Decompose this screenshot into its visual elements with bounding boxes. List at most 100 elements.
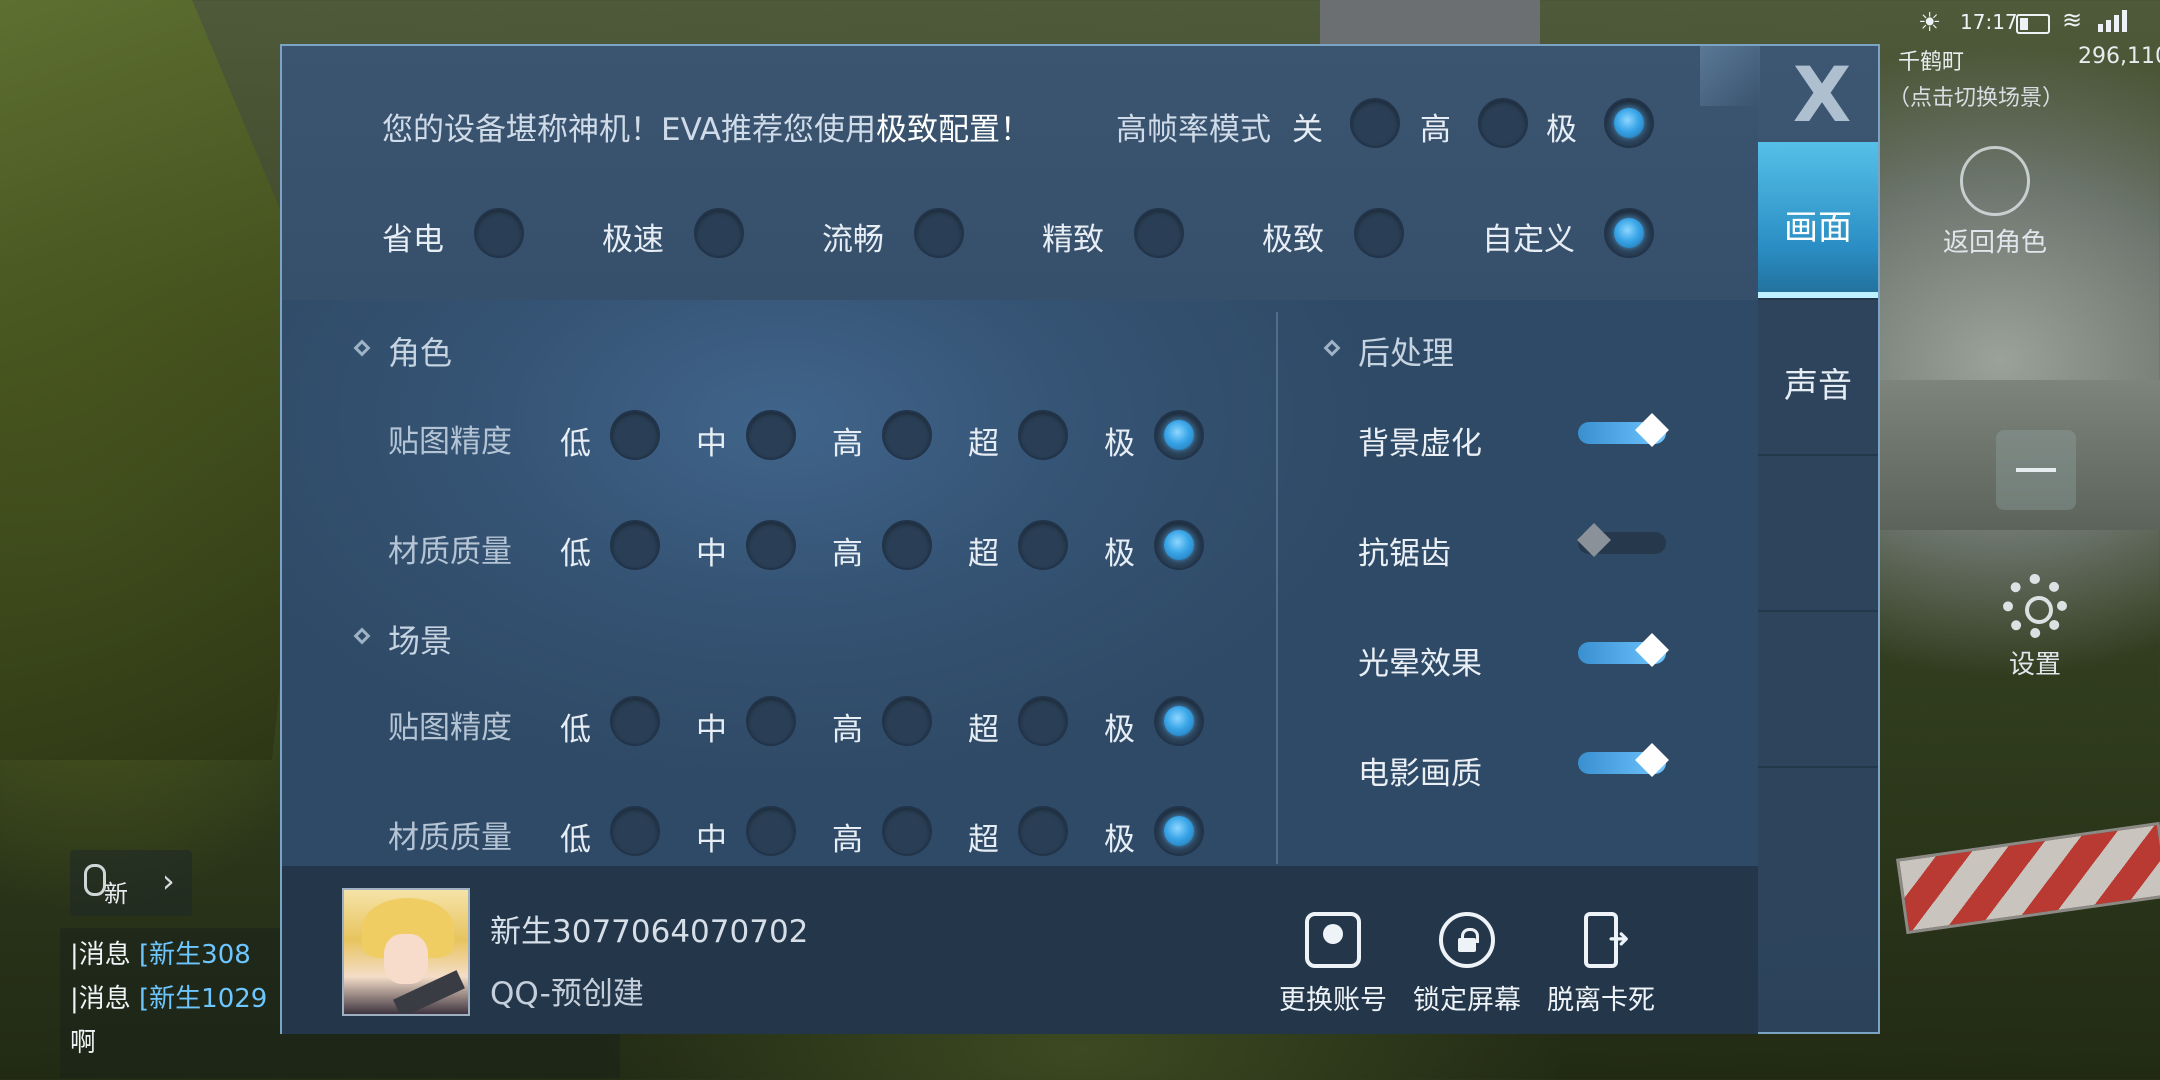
location-name[interactable]: 千鹤町 [1898, 44, 1964, 76]
signal-icon [2098, 10, 2132, 32]
character-texture-radio-low[interactable] [610, 410, 660, 460]
clock: 17:17 [1960, 10, 2018, 34]
recommend-text: 您的设备堪称神机！EVA推荐您使用极致配置！ [382, 104, 1031, 149]
close-button[interactable]: X [1782, 57, 1862, 133]
chat-sender[interactable]: [新生1029 [139, 984, 267, 1014]
lock-screen-button[interactable]: 锁定屏幕 [1412, 912, 1522, 1017]
scene-texture-radio-max[interactable] [1154, 696, 1204, 746]
scene-texture-radio-mid[interactable] [746, 696, 796, 746]
character-texture-radio-high[interactable] [882, 410, 932, 460]
scene-material-radio-high[interactable] [882, 806, 932, 856]
phone-exit-icon [1584, 912, 1630, 968]
post-label: 背景虚化 [1358, 426, 1482, 462]
background-barrier [1896, 821, 2160, 935]
bloom-toggle[interactable] [1578, 633, 1670, 668]
post-label: 光晕效果 [1358, 646, 1482, 682]
scene-material-radio-low[interactable] [610, 806, 660, 856]
microphone-icon [84, 864, 106, 896]
switch-account-button[interactable]: 更换账号 [1278, 912, 1388, 1017]
level-label: 中 [696, 426, 727, 462]
scene-material-radio-max[interactable] [1154, 806, 1204, 856]
preset-radio-fine[interactable] [1134, 208, 1184, 258]
hfr-option-high-label: 高 [1420, 112, 1451, 148]
tab-empty [1758, 766, 1878, 922]
character-texture-radio-mid[interactable] [746, 410, 796, 460]
recommend-suffix: ！ [1000, 112, 1032, 148]
character-material-radio-max[interactable] [1154, 520, 1204, 570]
battery-icon [2016, 14, 2050, 34]
character-material-radio-mid[interactable] [746, 520, 796, 570]
tab-sound[interactable]: 声音 [1758, 298, 1878, 454]
gear-icon [2003, 574, 2067, 638]
level-label: 高 [832, 712, 863, 748]
lock-icon [1439, 912, 1495, 968]
hfr-label: 高帧率模式 [1116, 112, 1271, 148]
section-character-title: 角色 [388, 334, 453, 372]
tab-empty [1758, 610, 1878, 766]
minus-button[interactable] [1996, 430, 2076, 510]
background-hill [0, 0, 320, 760]
back-role-label: 返回角色 [1942, 228, 2047, 258]
cinematic-toggle[interactable] [1578, 743, 1670, 778]
scene-texture-radio-high[interactable] [882, 696, 932, 746]
character-material-radio-low[interactable] [610, 520, 660, 570]
tab-picture[interactable]: 画面 [1758, 142, 1878, 298]
preset-radio-smooth[interactable] [914, 208, 964, 258]
scene-material-radio-mid[interactable] [746, 806, 796, 856]
panel-header [282, 46, 1758, 300]
unstuck-label: 脱离卡死 [1547, 985, 1655, 1016]
background-blur-toggle[interactable] [1578, 413, 1670, 448]
level-label: 低 [560, 822, 591, 858]
chat-prefix: |消息 [70, 984, 131, 1014]
chat-sender[interactable]: [新生308 [139, 940, 251, 970]
chat-message[interactable]: 啊 [70, 1022, 96, 1059]
level-label: 低 [560, 426, 591, 462]
chat-prefix: 啊 [70, 1028, 97, 1058]
voice-channel-button[interactable]: 新 › [70, 850, 192, 916]
scene-material-radio-super[interactable] [1018, 806, 1068, 856]
avatar[interactable] [342, 888, 470, 1016]
location-coordinate: 296,110 [2078, 44, 2160, 69]
chat-prefix: |消息 [70, 940, 131, 970]
character-material-radio-high[interactable] [882, 520, 932, 570]
character-texture-radio-super[interactable] [1018, 410, 1068, 460]
level-label: 低 [560, 712, 591, 748]
username: 新生3077064070702 [490, 914, 809, 950]
switch-account-icon [1305, 912, 1361, 968]
back-role-button[interactable]: 返回角色 [1920, 146, 2070, 259]
level-label: 中 [696, 712, 727, 748]
anti-aliasing-toggle[interactable] [1577, 523, 1670, 558]
brightness-icon: ☀ [1918, 8, 1942, 38]
hfr-option-off-radio[interactable] [1350, 98, 1400, 148]
character-material-label: 材质质量 [388, 534, 512, 570]
scene-texture-radio-super[interactable] [1018, 696, 1068, 746]
level-label: 极 [1104, 712, 1135, 748]
preset-radio-power-save[interactable] [474, 208, 524, 258]
preset-label: 流畅 [822, 222, 884, 258]
hfr-option-max-radio[interactable] [1604, 98, 1654, 148]
settings-button[interactable]: 设置 [1980, 574, 2090, 681]
preset-label: 极致 [1262, 222, 1324, 258]
settings-panel: 您的设备堪称神机！EVA推荐您使用极致配置！ 高帧率模式 关 高 极 省电 极速… [280, 44, 1880, 1034]
avatar-face [384, 934, 428, 984]
chat-message[interactable]: |消息 [新生1029 [70, 978, 267, 1015]
level-label: 极 [1104, 822, 1135, 858]
switch-account-label: 更换账号 [1279, 985, 1387, 1016]
preset-radio-ultimate[interactable] [1354, 208, 1404, 258]
character-material-radio-super[interactable] [1018, 520, 1068, 570]
scene-texture-radio-low[interactable] [610, 696, 660, 746]
hfr-option-high-radio[interactable] [1478, 98, 1528, 148]
lock-screen-label: 锁定屏幕 [1413, 985, 1521, 1016]
tab-empty [1758, 454, 1878, 610]
preset-radio-custom[interactable] [1604, 208, 1654, 258]
preset-label: 精致 [1042, 222, 1104, 258]
column-divider [1276, 312, 1278, 864]
location-switch-hint[interactable]: （点击切换场景） [1888, 80, 2064, 112]
character-texture-radio-max[interactable] [1154, 410, 1204, 460]
unstuck-button[interactable]: 脱离卡死 [1546, 912, 1656, 1017]
recommend-highlight[interactable]: 极致配置 [876, 112, 1000, 148]
chat-message[interactable]: |消息 [新生308 [70, 934, 251, 971]
scene-material-label: 材质质量 [388, 820, 512, 856]
preset-radio-speed[interactable] [694, 208, 744, 258]
hfr-option-off-label: 关 [1292, 112, 1323, 148]
